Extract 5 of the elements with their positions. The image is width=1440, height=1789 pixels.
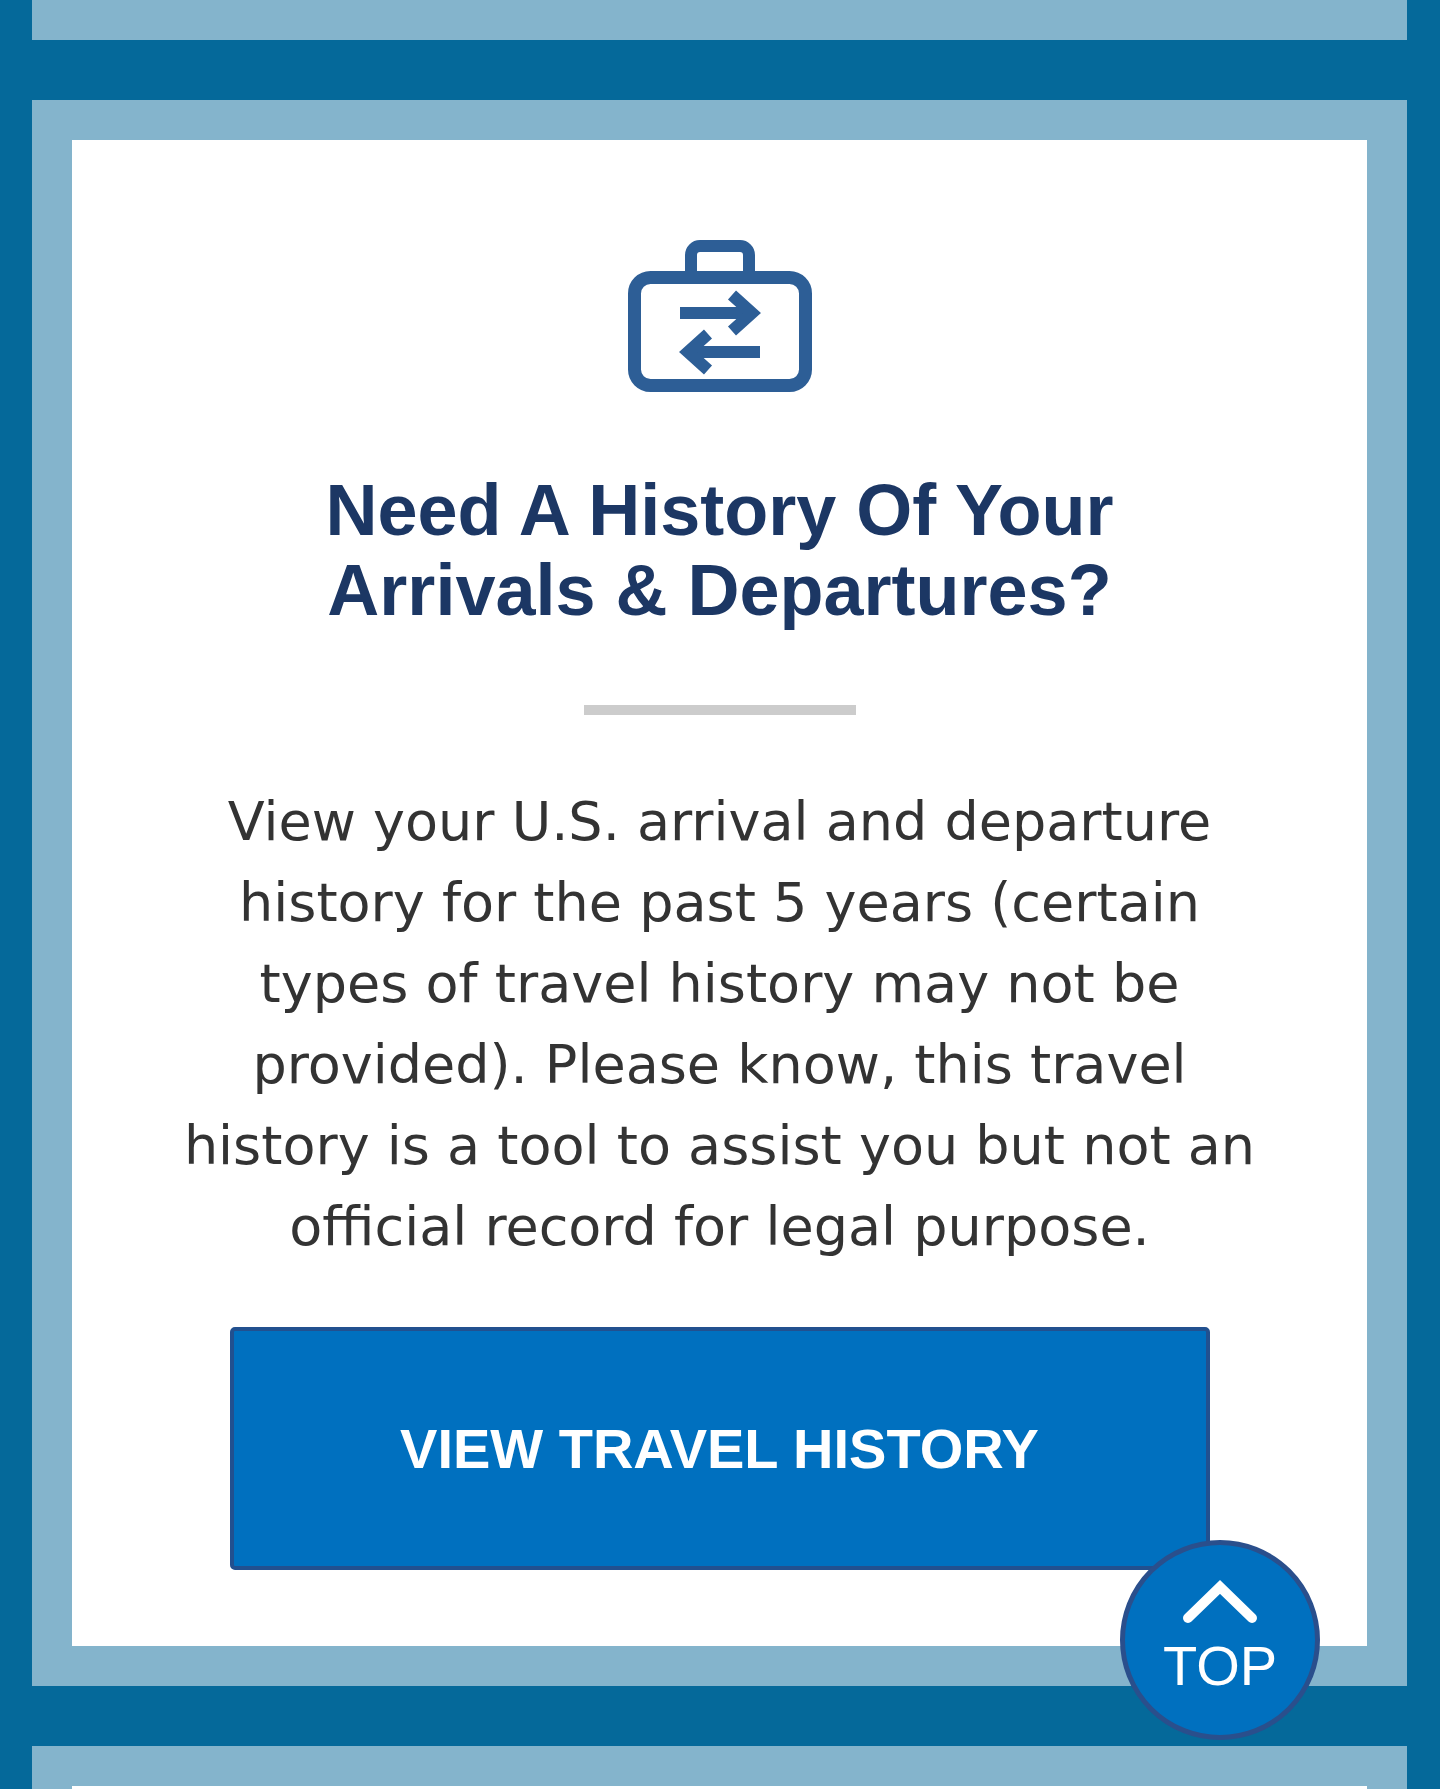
card-title: Need A History Of Your Arrivals & Departures?	[324, 470, 1115, 630]
suitcase-arrows-icon	[627, 240, 812, 392]
view-travel-history-button[interactable]: VIEW TRAVEL HISTORY	[229, 1327, 1210, 1570]
description-text: View your U.S. arrival and departure history for the past 5 years (certain types of travel history may not be provided). Please know, this travel history is a tool to assist you but not an official record for legal purpose.	[182, 789, 1257, 1260]
chevron-up-icon	[1182, 1580, 1258, 1624]
